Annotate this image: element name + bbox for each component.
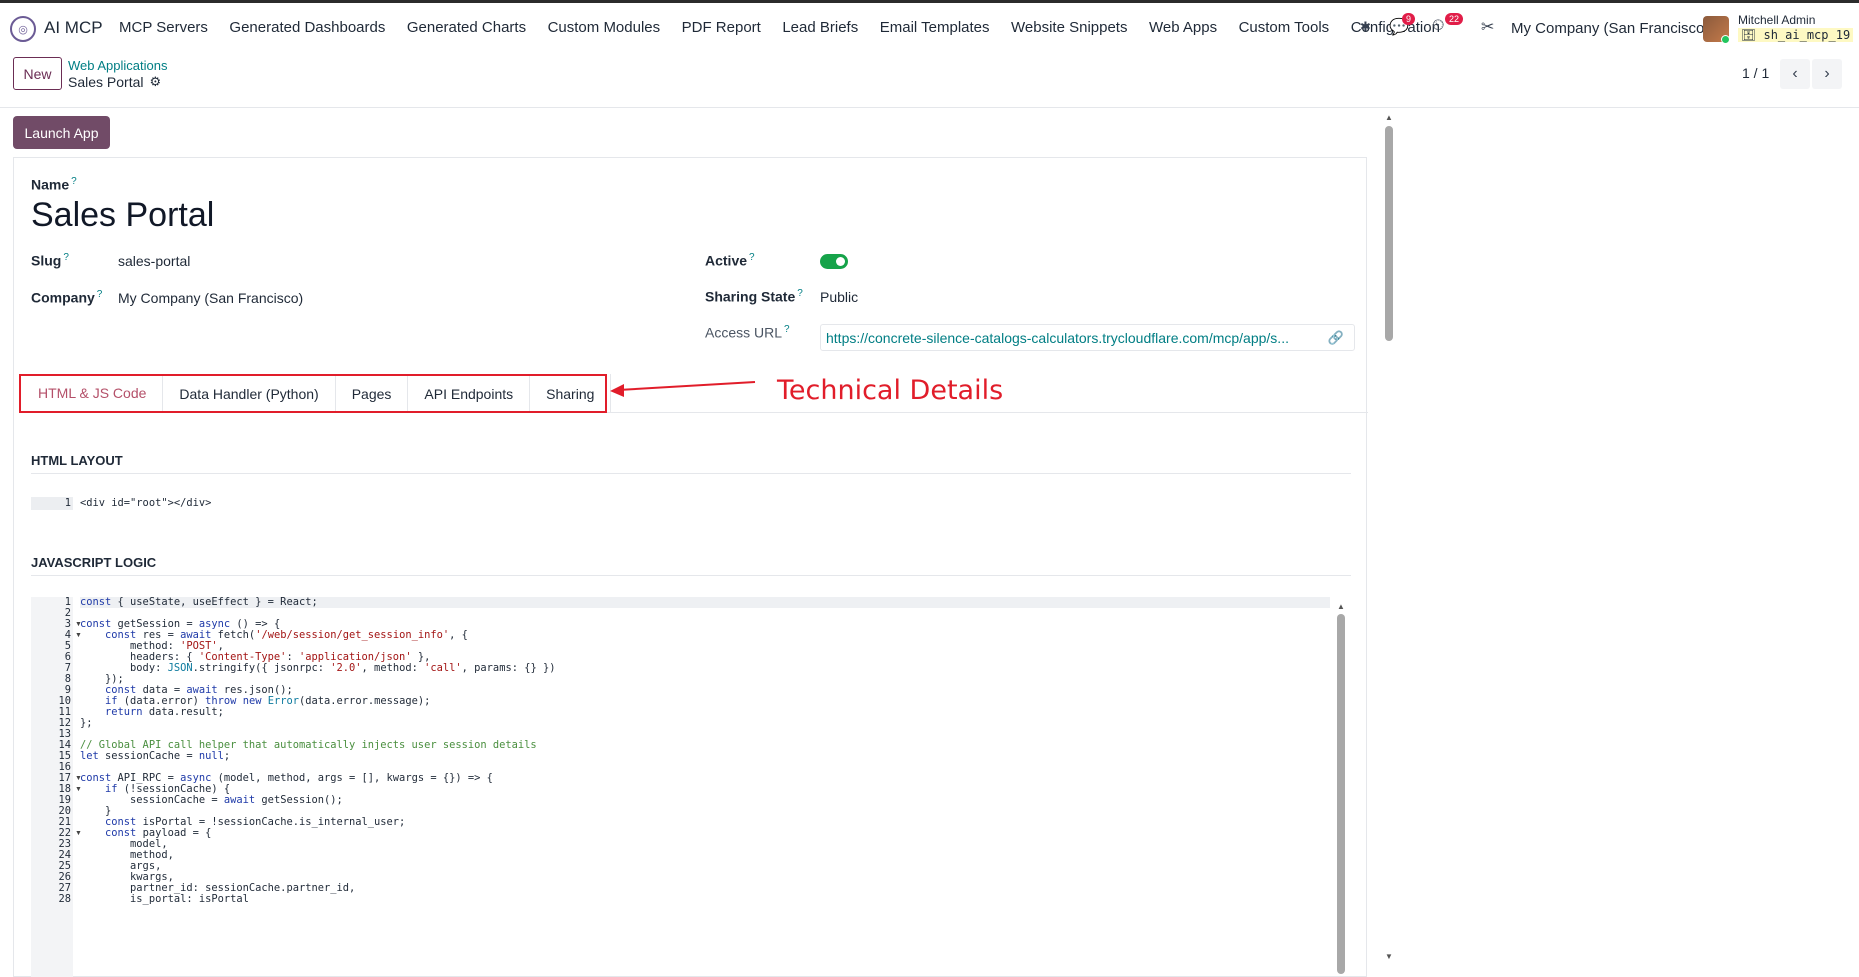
code-line: return data.result; <box>105 706 224 718</box>
pager-next-button[interactable]: › <box>1812 59 1842 89</box>
editor-scrollbar[interactable] <box>1337 614 1345 974</box>
database-label: sh_ai_mcp_19 <box>1763 28 1851 42</box>
pager-value[interactable]: 1 / 1 <box>1742 65 1769 81</box>
app-logo-icon[interactable]: ◎ <box>10 16 36 42</box>
line-number: 1 <box>64 497 71 509</box>
menu-item[interactable]: Website Snippets <box>1011 19 1127 36</box>
editor-scroll-up-icon[interactable]: ▲ <box>1337 602 1345 611</box>
sharing-state-label-text: Sharing State <box>705 288 796 305</box>
online-status-icon <box>1721 35 1730 44</box>
pager-previous-button[interactable]: ‹ <box>1780 59 1810 89</box>
activity-icon[interactable]: ⏲ 22 <box>1432 13 1464 35</box>
tools-icon[interactable]: ✂ <box>1481 17 1494 37</box>
divider <box>31 473 1351 474</box>
breadcrumb-current-label: Sales Portal <box>68 74 144 90</box>
tab-sharing[interactable]: Sharing <box>530 374 612 413</box>
tab-pages[interactable]: Pages <box>336 374 409 413</box>
menu-item[interactable]: PDF Report <box>682 19 761 36</box>
main-menu: MCP Servers Generated Dashboards Generated… <box>119 19 1461 36</box>
company-switcher[interactable]: My Company (San Francisco) <box>1511 20 1709 37</box>
sharing-state-label: Sharing State? <box>705 288 803 305</box>
tab-data-handler-python[interactable]: Data Handler (Python) <box>163 374 336 413</box>
html-code-editor[interactable]: <div id="root"></div> <box>80 497 211 510</box>
breadcrumb-current: Sales Portal ⚙ <box>68 74 161 90</box>
app-name[interactable]: AI MCP <box>44 18 103 38</box>
control-panel: New Web Applications Sales Portal ⚙ 1 / … <box>0 51 1859 108</box>
active-label-text: Active <box>705 252 748 269</box>
line-number: 28 <box>58 893 71 905</box>
code-line: let sessionCache = null; <box>80 750 231 762</box>
menu-item[interactable]: Custom Tools <box>1239 19 1330 36</box>
code-line: is_portal: isPortal <box>80 893 249 905</box>
breadcrumb-parent[interactable]: Web Applications <box>68 58 168 73</box>
slug-field[interactable]: sales-portal <box>118 253 190 269</box>
active-label: Active? <box>705 252 755 269</box>
gear-icon[interactable]: ⚙ <box>149 74 161 90</box>
chevron-right-icon: › <box>1824 65 1830 82</box>
menu-item[interactable]: MCP Servers <box>119 19 208 36</box>
scroll-down-icon[interactable]: ▼ <box>1385 952 1393 961</box>
company-label: Company? <box>31 289 102 306</box>
messages-badge: 9 <box>1402 13 1416 25</box>
help-icon[interactable]: ? <box>784 324 790 335</box>
messages-icon[interactable]: 💬 9 <box>1389 13 1416 37</box>
active-toggle[interactable] <box>820 254 848 269</box>
name-label: Name? <box>31 176 77 193</box>
help-icon[interactable]: ? <box>71 176 77 187</box>
access-url-link[interactable]: https://concrete-silence-catalogs-calcul… <box>826 330 1316 346</box>
menu-item[interactable]: Generated Charts <box>407 19 526 36</box>
name-label-text: Name <box>31 176 70 193</box>
menu-item[interactable]: Lead Briefs <box>782 19 858 36</box>
menu-item[interactable]: Generated Dashboards <box>229 19 385 36</box>
company-label-text: Company <box>31 289 95 306</box>
activity-badge: 22 <box>1445 13 1464 25</box>
chevron-left-icon: ‹ <box>1792 65 1798 82</box>
new-button[interactable]: New <box>13 57 62 90</box>
page-scrollbar[interactable] <box>1385 126 1393 341</box>
name-field[interactable]: Sales Portal <box>31 196 214 235</box>
sharing-state-field: Public <box>820 289 859 305</box>
annotation-arrow <box>610 381 756 397</box>
database-name: 🗄 sh_ai_mcp_19 <box>1738 28 1854 42</box>
menu-item[interactable]: Email Templates <box>880 19 990 36</box>
code-line: const { useState, useEffect } = React; <box>80 597 1330 608</box>
help-icon[interactable]: ? <box>97 289 103 300</box>
html-layout-heading: HTML LAYOUT <box>31 453 123 468</box>
launch-app-button[interactable]: Launch App <box>13 116 110 149</box>
access-url-label-text: Access URL <box>705 324 783 341</box>
slug-label-text: Slug <box>31 252 62 269</box>
user-name[interactable]: Mitchell Admin <box>1738 13 1815 27</box>
slug-label: Slug? <box>31 252 69 269</box>
company-field[interactable]: My Company (San Francisco) <box>118 290 303 306</box>
javascript-logic-heading: JAVASCRIPT LOGIC <box>31 555 157 570</box>
access-url-label: Access URL? <box>705 324 790 341</box>
menu-item[interactable]: Custom Modules <box>548 19 661 36</box>
form-sheet: Name? Sales Portal Slug? sales-portal Co… <box>13 157 1368 977</box>
tab-html-js-code[interactable]: HTML & JS Code <box>18 374 164 413</box>
link-icon[interactable]: 🔗 <box>1328 330 1344 346</box>
help-icon[interactable]: ? <box>749 252 755 263</box>
scroll-up-icon[interactable]: ▲ <box>1385 113 1393 122</box>
help-icon[interactable]: ? <box>797 288 803 299</box>
code-line: body: JSON.stringify({ jsonrpc: '2.0', m… <box>80 662 556 674</box>
menu-item[interactable]: Web Apps <box>1149 19 1217 36</box>
top-navbar: ◎ AI MCP MCP Servers Generated Dashboards… <box>0 0 1859 51</box>
code-line: sessionCache = await getSession(); <box>80 794 343 806</box>
tab-api-endpoints[interactable]: API Endpoints <box>408 374 531 413</box>
code-line: }; <box>80 717 93 729</box>
bug-icon[interactable]: ✱ <box>1360 19 1371 35</box>
help-icon[interactable]: ? <box>63 252 69 263</box>
annotation-label: Technical Details <box>777 375 1004 406</box>
access-url-field[interactable]: https://concrete-silence-catalogs-calcul… <box>820 324 1355 351</box>
divider <box>31 575 1351 576</box>
